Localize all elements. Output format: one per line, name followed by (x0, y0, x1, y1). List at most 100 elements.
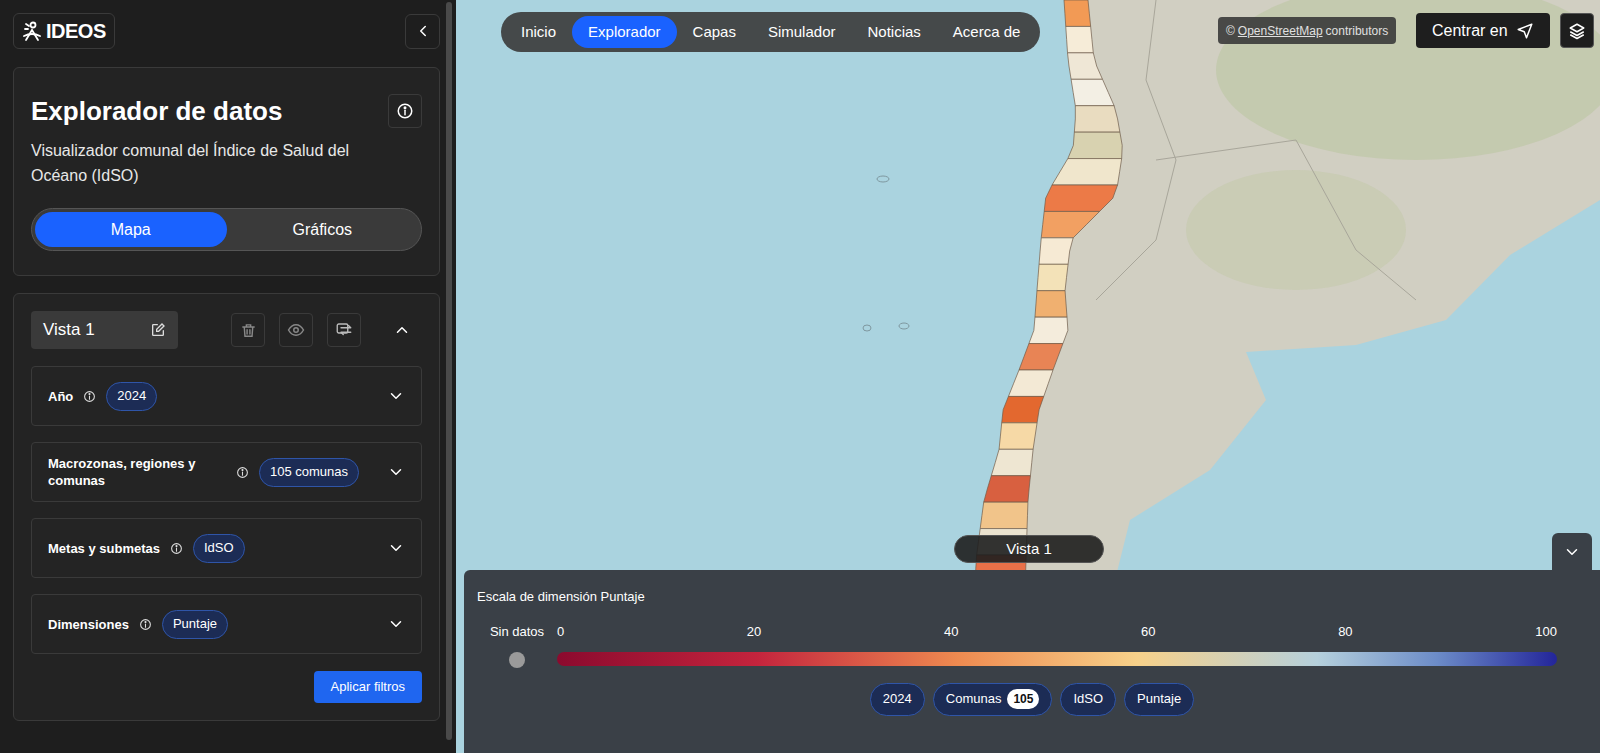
comuna-area[interactable] (984, 476, 1031, 502)
map-view-label: Vista 1 (954, 535, 1104, 563)
no-data-label: Sin datos (490, 624, 544, 640)
view-name-field[interactable]: Vista 1 (31, 311, 178, 349)
legend-chip-count: 105 (1007, 689, 1039, 709)
apply-filters-button[interactable]: Aplicar filtros (314, 671, 422, 703)
filter-row[interactable]: Macrozonas, regiones y comunas 105 comuna… (31, 442, 422, 502)
info-icon[interactable] (83, 390, 96, 403)
filter-badge: 105 comunas (259, 458, 359, 487)
legend-chip-label: IdSO (1073, 689, 1103, 709)
comuna-area[interactable] (1002, 396, 1044, 422)
nav-tab[interactable]: Acerca de (937, 16, 1037, 48)
collapse-legend-button[interactable] (1552, 533, 1592, 571)
filter-label: Macrozonas, regiones y comunas (48, 455, 226, 489)
filter-row-content: Dimensiones Puntaje (48, 610, 228, 639)
legend-chip-label: 2024 (883, 689, 912, 709)
chevron-up-icon (393, 321, 411, 339)
legend-chip-label: Puntaje (1137, 689, 1181, 709)
sidebar: IDEOS Explorador de datos Visualizador c… (0, 0, 456, 753)
legend-chip[interactable]: IdSO (1060, 683, 1116, 716)
attribution-link[interactable]: OpenStreetMap (1238, 22, 1323, 40)
center-button[interactable]: Centrar en (1416, 13, 1550, 48)
chevron-down-icon[interactable] (387, 463, 405, 481)
comuna-area[interactable] (1041, 211, 1099, 237)
scrollbar[interactable] (446, 2, 452, 740)
swap-icon (335, 321, 353, 339)
chevron-down-icon[interactable] (387, 615, 405, 633)
toggle-visibility-button[interactable] (279, 313, 313, 347)
nav-tab[interactable]: Capas (677, 16, 752, 48)
comuna-area[interactable] (1071, 79, 1114, 105)
mode-toggle-option[interactable]: Gráficos (227, 212, 419, 247)
filter-row-content: Año 2024 (48, 382, 157, 411)
logo[interactable]: IDEOS (13, 13, 115, 49)
center-button-label: Centrar en (1432, 19, 1508, 43)
comuna-area[interactable] (1019, 344, 1063, 370)
legend-chip-label: Comunas (946, 689, 1002, 709)
filter-badge: 2024 (106, 382, 157, 411)
filter-badge: Puntaje (162, 610, 228, 639)
layers-button[interactable] (1560, 13, 1594, 48)
comuna-area[interactable] (1068, 53, 1103, 79)
info-icon[interactable] (139, 618, 152, 631)
explorer-panel: Explorador de datos Visualizador comunal… (13, 67, 440, 276)
copyright-symbol: © (1226, 22, 1235, 40)
comuna-area[interactable] (1039, 238, 1073, 264)
comuna-area[interactable] (1035, 291, 1067, 317)
filter-row-content: Macrozonas, regiones y comunas 105 comuna… (48, 455, 359, 489)
nav-tab[interactable]: Noticias (851, 16, 936, 48)
chevron-down-icon[interactable] (387, 539, 405, 557)
edit-icon (150, 322, 166, 338)
logo-icon (22, 20, 42, 42)
filter-badge: IdSO (193, 534, 245, 563)
chevron-down-icon[interactable] (387, 387, 405, 405)
collapse-sidebar-button[interactable] (405, 14, 440, 49)
comuna-area[interactable] (1074, 106, 1120, 132)
comuna-area[interactable] (999, 423, 1037, 449)
main-nav: InicioExploradorCapasSimuladorNoticiasAc… (501, 12, 1040, 52)
map-attribution: © OpenStreetMap contributors (1218, 17, 1396, 44)
compare-view-button[interactable] (327, 313, 361, 347)
nav-tab[interactable]: Inicio (505, 16, 572, 48)
chevron-down-icon (1563, 543, 1581, 561)
filter-row[interactable]: Dimensiones Puntaje (31, 594, 422, 654)
legend-chip[interactable]: Puntaje (1124, 683, 1194, 716)
comuna-area[interactable] (1008, 370, 1053, 396)
legend-chip[interactable]: 2024 (870, 683, 925, 716)
island (863, 325, 871, 331)
eye-icon (287, 321, 305, 339)
comuna-area[interactable] (980, 502, 1028, 528)
mode-toggle-option[interactable]: Mapa (35, 212, 227, 247)
comuna-area[interactable] (991, 449, 1033, 475)
info-icon (396, 102, 414, 120)
filter-label: Año (48, 388, 73, 405)
filter-row[interactable]: Metas y submetasIdSO (31, 518, 422, 578)
map[interactable]: InicioExploradorCapasSimuladorNoticiasAc… (456, 0, 1600, 753)
filter-row-content: Metas y submetasIdSO (48, 534, 245, 563)
comuna-area[interactable] (1052, 159, 1122, 185)
nav-tab[interactable]: Simulador (752, 16, 852, 48)
nav-tab[interactable]: Explorador (572, 16, 677, 48)
color-scale-bar (557, 652, 1557, 666)
view-panel: Vista 1 Año 2024 Macrozonas, regiones y co… (13, 293, 440, 721)
collapse-view-button[interactable] (387, 313, 417, 347)
delete-view-button[interactable] (231, 313, 265, 347)
info-button[interactable] (388, 94, 422, 128)
info-icon[interactable] (236, 466, 249, 479)
comuna-area[interactable] (1064, 0, 1091, 26)
legend-chip[interactable]: Comunas105 (933, 683, 1053, 716)
logo-text: IDEOS (46, 16, 106, 46)
comuna-area[interactable] (1066, 26, 1094, 52)
comuna-area[interactable] (1037, 264, 1068, 290)
navigation-arrow-icon (1516, 22, 1534, 40)
comuna-area[interactable] (1029, 317, 1068, 343)
layers-icon (1568, 22, 1586, 40)
comuna-area[interactable] (1068, 132, 1122, 158)
info-icon[interactable] (170, 542, 183, 555)
comuna-area[interactable] (1044, 185, 1117, 211)
panel-subtitle: Visualizador comunal del Índice de Salud… (31, 138, 361, 188)
scale-tick: 40 (944, 624, 958, 640)
filter-label: Dimensiones (48, 616, 129, 633)
legend-chips: 2024 Comunas105 IdSO Puntaje (477, 683, 1587, 716)
filter-row[interactable]: Año 2024 (31, 366, 422, 426)
legend-title: Escala de dimensión Puntaje (477, 587, 1587, 607)
